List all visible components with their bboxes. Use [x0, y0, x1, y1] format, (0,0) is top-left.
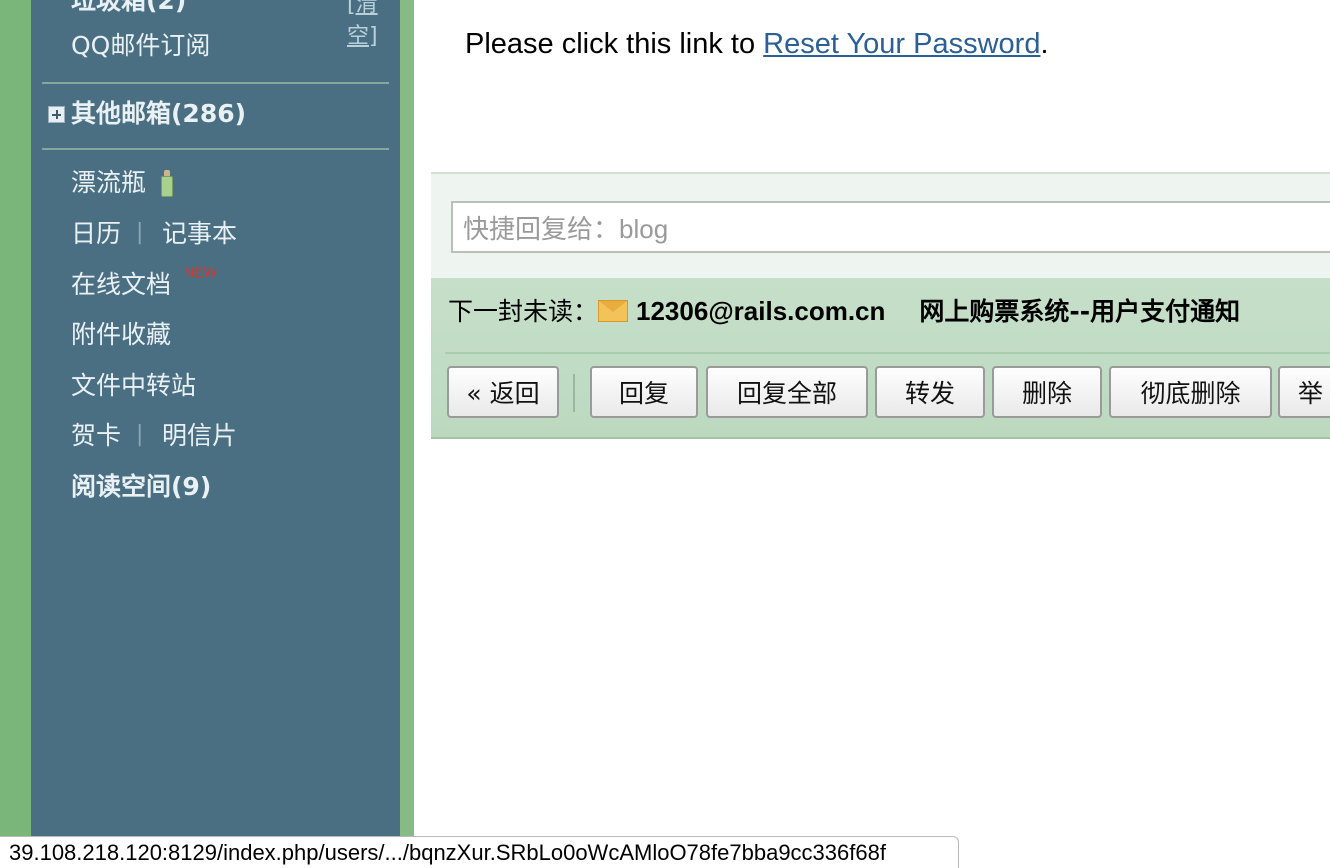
new-badge: NEW — [184, 264, 217, 280]
report-button[interactable]: 举 — [1278, 366, 1330, 418]
sidebar-separator: | — [136, 422, 144, 447]
sidebar-item-online-docs[interactable]: 在线文档 — [71, 272, 171, 297]
bottle-icon — [160, 170, 174, 198]
back-button[interactable]: « 返回 — [447, 366, 559, 418]
sidebar-item-calendar[interactable]: 日历 — [71, 221, 121, 246]
sidebar-item-other-mailboxes[interactable]: 其他邮箱(286) — [71, 101, 246, 126]
status-bar-url: 39.108.218.120:8129/index.php/users/.../… — [0, 836, 959, 868]
sidebar-item-reading-space[interactable]: 阅读空间(9) — [71, 474, 211, 499]
next-unread-row[interactable]: 下一封未读： 12306@rails.com.cn 网上购票系统--用户支付通知 — [448, 298, 1240, 324]
envelope-icon — [598, 300, 629, 322]
quick-reply-input[interactable] — [451, 201, 1330, 253]
reply-panel: 下一封未读： 12306@rails.com.cn 网上购票系统--用户支付通知 «… — [431, 172, 1330, 439]
toolbar-divider — [445, 352, 1330, 354]
forward-button[interactable]: 转发 — [875, 366, 985, 418]
next-unread-subject[interactable]: 网上购票系统--用户支付通知 — [919, 297, 1240, 326]
sidebar-item-greeting-card[interactable]: 贺卡 — [71, 423, 121, 448]
sidebar-item-qq-subscribe[interactable]: QQ邮件订阅 — [71, 33, 210, 58]
expand-plus-icon[interactable] — [48, 106, 65, 123]
sidebar-divider — [42, 148, 389, 150]
sidebar-item-trash[interactable]: 垃圾箱(2) — [71, 0, 186, 13]
message-text: Please click this link to — [465, 28, 764, 60]
next-unread-label: 下一封未读： — [448, 297, 599, 326]
sidebar-right-border — [400, 0, 414, 868]
message-period: . — [1040, 28, 1049, 60]
message-body-line: Please click this link to Reset Your Pas… — [465, 28, 1049, 61]
reply-all-button[interactable]: 回复全部 — [706, 366, 868, 418]
sidebar-divider — [42, 82, 389, 84]
reset-password-link[interactable]: Reset Your Password — [763, 28, 1040, 60]
reply-button[interactable]: 回复 — [590, 366, 698, 418]
sidebar-item-drift-bottle[interactable]: 漂流瓶 — [71, 170, 146, 195]
sidebar-item-file-transfer[interactable]: 文件中转站 — [71, 373, 196, 398]
outer-left-rail — [0, 0, 31, 868]
sidebar-item-notepad[interactable]: 记事本 — [162, 221, 237, 246]
delete-button[interactable]: 删除 — [992, 366, 1102, 418]
delete-permanently-button[interactable]: 彻底删除 — [1109, 366, 1272, 418]
empty-trash-link[interactable]: [清空] — [347, 0, 400, 50]
next-unread-sender[interactable]: 12306@rails.com.cn — [636, 296, 885, 326]
sidebar-separator: | — [136, 220, 144, 245]
message-toolbar: 下一封未读： 12306@rails.com.cn 网上购票系统--用户支付通知 «… — [431, 278, 1330, 439]
button-separator — [573, 374, 575, 412]
sidebar-item-attachments[interactable]: 附件收藏 — [71, 322, 171, 347]
sidebar-item-postcard[interactable]: 明信片 — [162, 423, 237, 448]
